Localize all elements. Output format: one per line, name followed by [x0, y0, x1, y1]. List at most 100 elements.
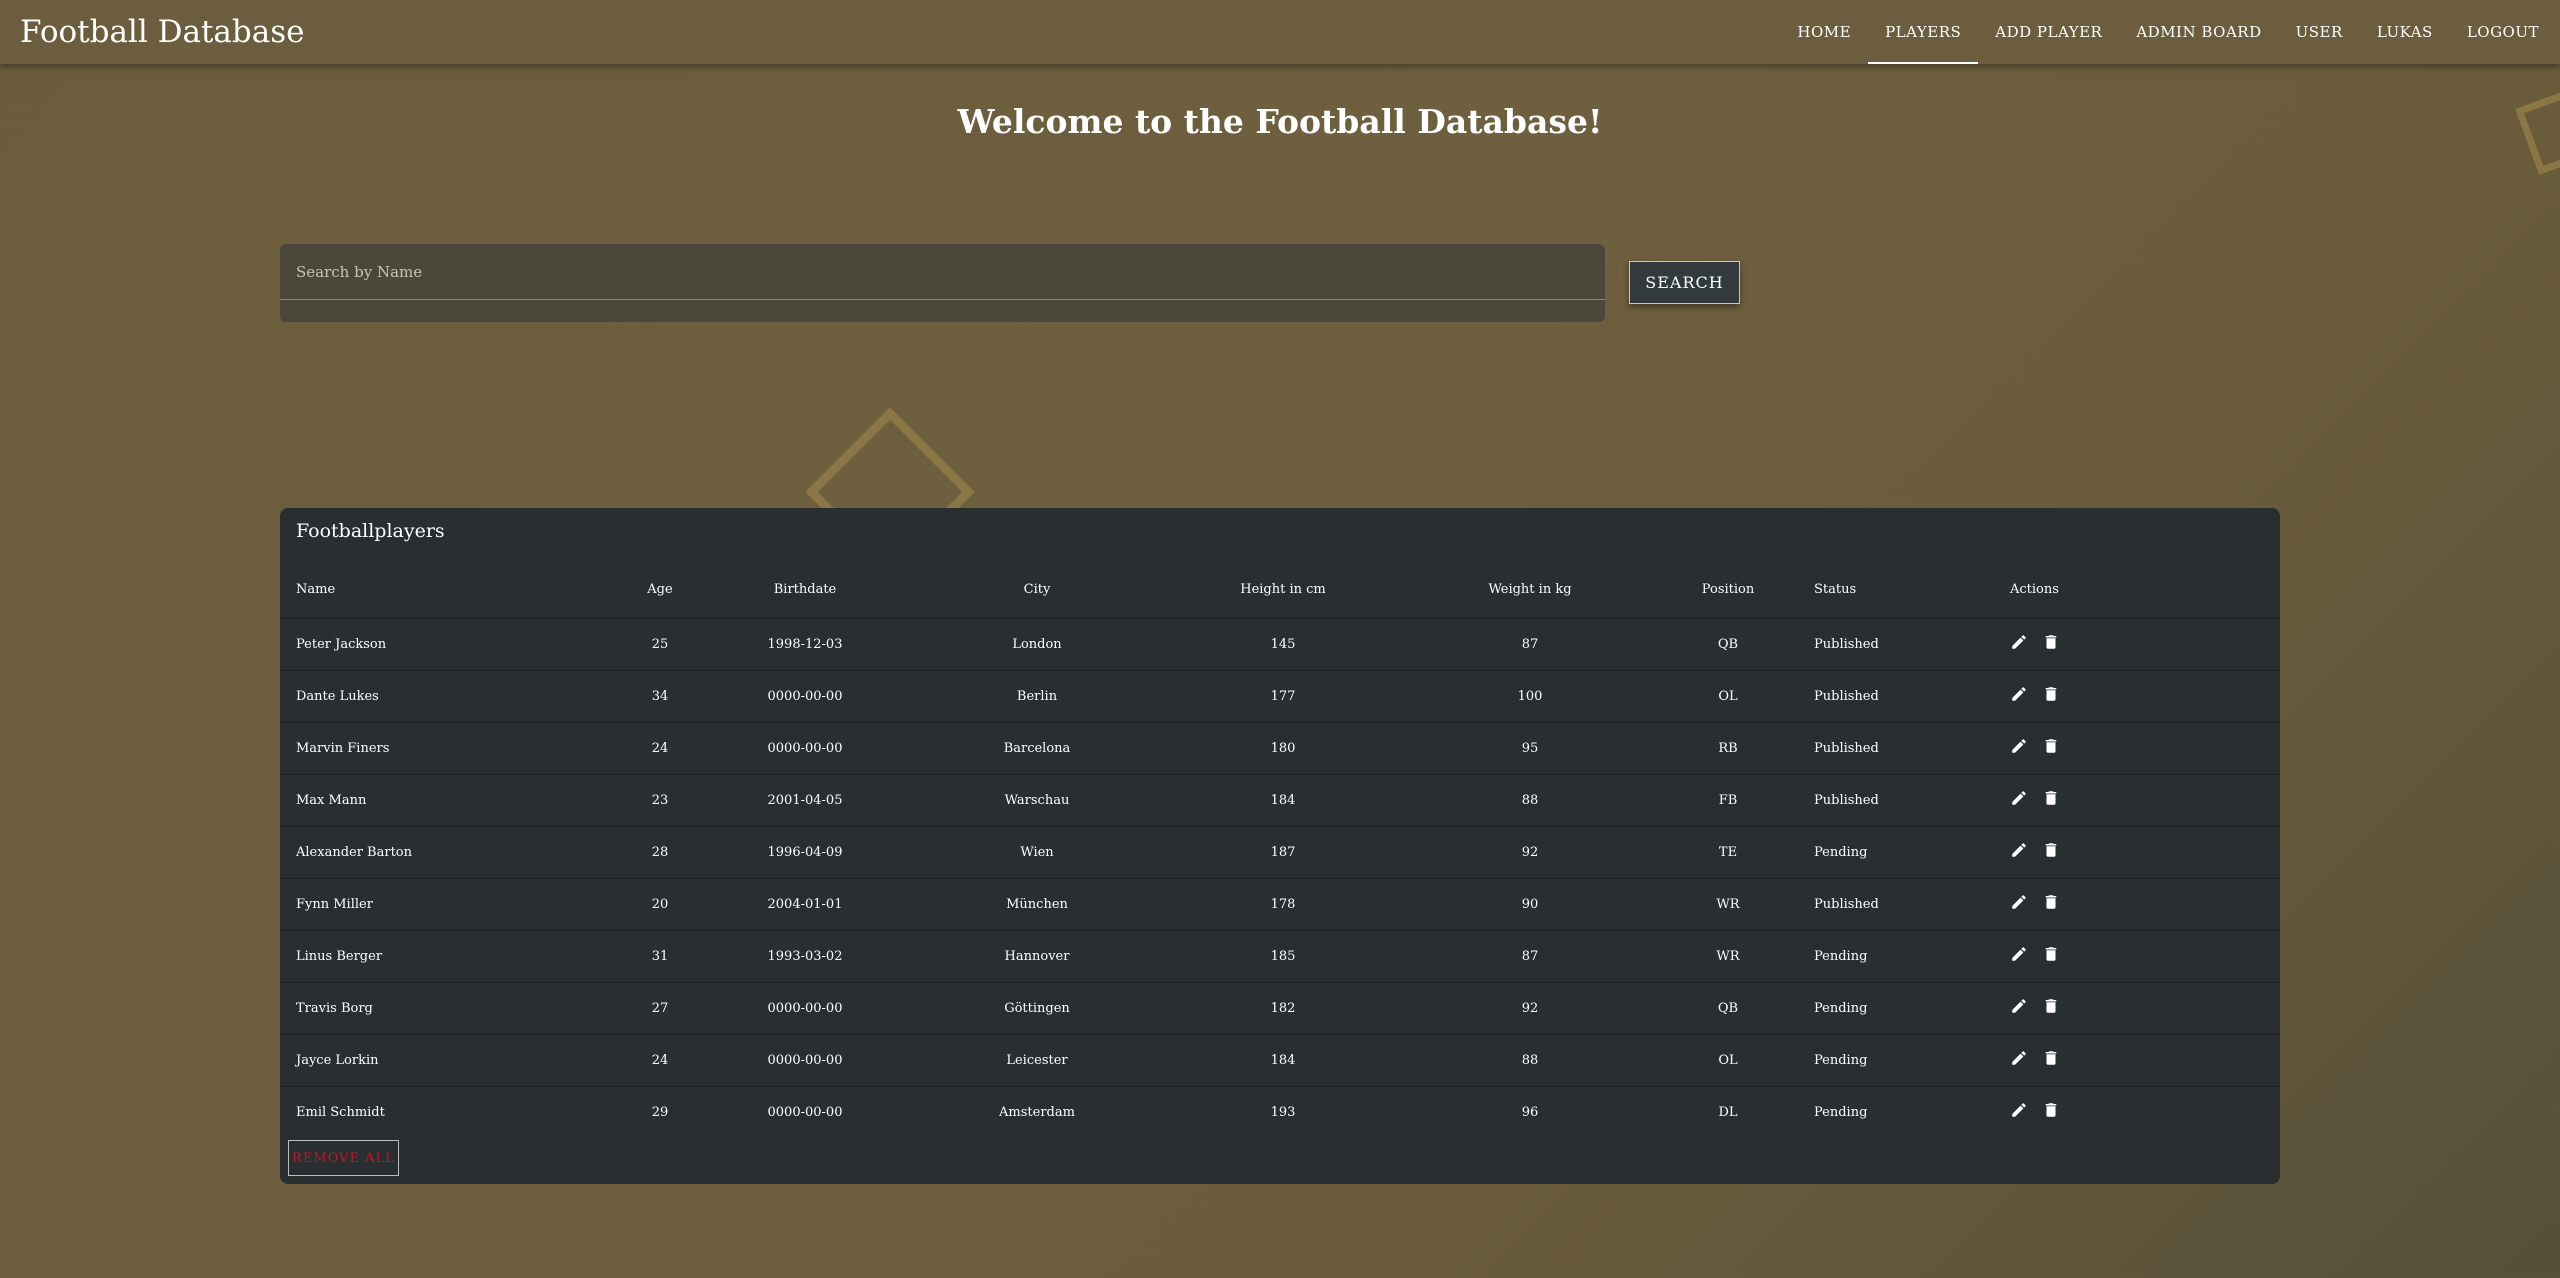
- table-row: Peter Jackson 25 1998-12-03 London 145 87 QB Pu…: [280, 617, 2280, 670]
- nav-admin-board[interactable]: ADMIN BOARD: [2119, 0, 2278, 64]
- trash-icon[interactable]: [2042, 685, 2060, 707]
- cell-birthdate: 1993-03-02: [692, 929, 918, 982]
- search-input[interactable]: [280, 244, 1605, 300]
- cell-height: 180: [1156, 721, 1410, 774]
- cell-position: FB: [1650, 773, 1806, 826]
- cell-name: Max Mann: [280, 773, 628, 826]
- cell-weight: 92: [1410, 825, 1650, 878]
- pencil-icon[interactable]: [2010, 685, 2028, 707]
- cell-name: Travis Borg: [280, 981, 628, 1034]
- remove-all-button[interactable]: REMOVE ALL: [288, 1140, 399, 1176]
- trash-icon[interactable]: [2042, 1049, 2060, 1071]
- pencil-icon[interactable]: [2010, 945, 2028, 967]
- cell-city: Barcelona: [918, 721, 1156, 774]
- trash-icon[interactable]: [2042, 997, 2060, 1019]
- pencil-icon[interactable]: [2010, 841, 2028, 863]
- cell-status: Published: [1806, 773, 2010, 826]
- cell-age: 27: [628, 981, 692, 1034]
- cell-name: Linus Berger: [280, 929, 628, 982]
- cell-weight: 88: [1410, 773, 1650, 826]
- cell-city: London: [918, 617, 1156, 670]
- column-header-age[interactable]: Age: [628, 562, 692, 618]
- players-panel: Footballplayers Name Age Birthdate City …: [280, 508, 2280, 1184]
- cell-actions: [2010, 825, 2280, 878]
- pencil-icon[interactable]: [2010, 1049, 2028, 1071]
- cell-height: 184: [1156, 773, 1410, 826]
- cell-actions: [2010, 1033, 2280, 1086]
- table-row: Fynn Miller 20 2004-01-01 München 178 90 WR Pub…: [280, 877, 2280, 930]
- trash-icon[interactable]: [2042, 633, 2060, 655]
- cell-status: Pending: [1806, 1033, 2010, 1086]
- column-header-position[interactable]: Position: [1650, 562, 1806, 618]
- nav-home[interactable]: HOME: [1780, 0, 1868, 64]
- cell-weight: 88: [1410, 1033, 1650, 1086]
- cell-age: 29: [628, 1085, 692, 1138]
- top-navbar: Football Database HOME PLAYERS ADD PLAYE…: [0, 0, 2560, 64]
- nav-user[interactable]: USER: [2279, 0, 2360, 64]
- cell-position: QB: [1650, 981, 1806, 1034]
- cell-actions: [2010, 929, 2280, 982]
- column-header-weight[interactable]: Weight in kg: [1410, 562, 1650, 618]
- cell-weight: 90: [1410, 877, 1650, 930]
- pencil-icon[interactable]: [2010, 789, 2028, 811]
- cell-status: Pending: [1806, 1085, 2010, 1138]
- cell-name: Peter Jackson: [280, 617, 628, 670]
- pencil-icon[interactable]: [2010, 737, 2028, 759]
- cell-age: 31: [628, 929, 692, 982]
- cell-age: 34: [628, 669, 692, 722]
- cell-height: 193: [1156, 1085, 1410, 1138]
- cell-name: Dante Lukes: [280, 669, 628, 722]
- cell-city: Berlin: [918, 669, 1156, 722]
- search-field-container: [280, 244, 1605, 322]
- cell-height: 178: [1156, 877, 1410, 930]
- cell-name: Marvin Finers: [280, 721, 628, 774]
- table-row: Linus Berger 31 1993-03-02 Hannover 185 87 WR P…: [280, 929, 2280, 982]
- cell-weight: 100: [1410, 669, 1650, 722]
- panel-title: Footballplayers: [296, 520, 445, 542]
- cell-actions: [2010, 981, 2280, 1034]
- cell-height: 145: [1156, 617, 1410, 670]
- cell-city: Göttingen: [918, 981, 1156, 1034]
- cell-position: DL: [1650, 1085, 1806, 1138]
- cell-actions: [2010, 773, 2280, 826]
- cell-weight: 87: [1410, 929, 1650, 982]
- column-header-birthdate[interactable]: Birthdate: [692, 562, 918, 618]
- cell-position: RB: [1650, 721, 1806, 774]
- column-header-name[interactable]: Name: [280, 562, 628, 618]
- trash-icon[interactable]: [2042, 841, 2060, 863]
- nav-players[interactable]: PLAYERS: [1868, 0, 1979, 64]
- pencil-icon[interactable]: [2010, 893, 2028, 915]
- cell-birthdate: 1998-12-03: [692, 617, 918, 670]
- brand-title[interactable]: Football Database: [0, 14, 304, 50]
- cell-actions: [2010, 669, 2280, 722]
- trash-icon[interactable]: [2042, 893, 2060, 915]
- cell-age: 25: [628, 617, 692, 670]
- nav-add-player[interactable]: ADD PLAYER: [1978, 0, 2119, 64]
- nav-profile-lukas[interactable]: LUKAS: [2360, 0, 2450, 64]
- trash-icon[interactable]: [2042, 945, 2060, 967]
- pencil-icon[interactable]: [2010, 633, 2028, 655]
- trash-icon[interactable]: [2042, 737, 2060, 759]
- column-header-height[interactable]: Height in cm: [1156, 562, 1410, 618]
- nav-logout[interactable]: LOGOUT: [2450, 0, 2556, 64]
- column-header-status[interactable]: Status: [1806, 562, 2010, 618]
- search-button[interactable]: SEARCH: [1629, 261, 1740, 304]
- cell-position: QB: [1650, 617, 1806, 670]
- trash-icon[interactable]: [2042, 789, 2060, 811]
- table-row: Marvin Finers 24 0000-00-00 Barcelona 180 95 R…: [280, 721, 2280, 774]
- table-row: Dante Lukes 34 0000-00-00 Berlin 177 100 OL Pub…: [280, 669, 2280, 722]
- cell-age: 28: [628, 825, 692, 878]
- cell-city: Leicester: [918, 1033, 1156, 1086]
- pencil-icon[interactable]: [2010, 1101, 2028, 1123]
- cell-birthdate: 0000-00-00: [692, 721, 918, 774]
- cell-position: TE: [1650, 825, 1806, 878]
- cell-birthdate: 2004-01-01: [692, 877, 918, 930]
- cell-age: 24: [628, 721, 692, 774]
- cell-name: Alexander Barton: [280, 825, 628, 878]
- cell-actions: [2010, 877, 2280, 930]
- cell-name: Fynn Miller: [280, 877, 628, 930]
- cell-name: Emil Schmidt: [280, 1085, 628, 1138]
- column-header-city[interactable]: City: [918, 562, 1156, 618]
- trash-icon[interactable]: [2042, 1101, 2060, 1123]
- pencil-icon[interactable]: [2010, 997, 2028, 1019]
